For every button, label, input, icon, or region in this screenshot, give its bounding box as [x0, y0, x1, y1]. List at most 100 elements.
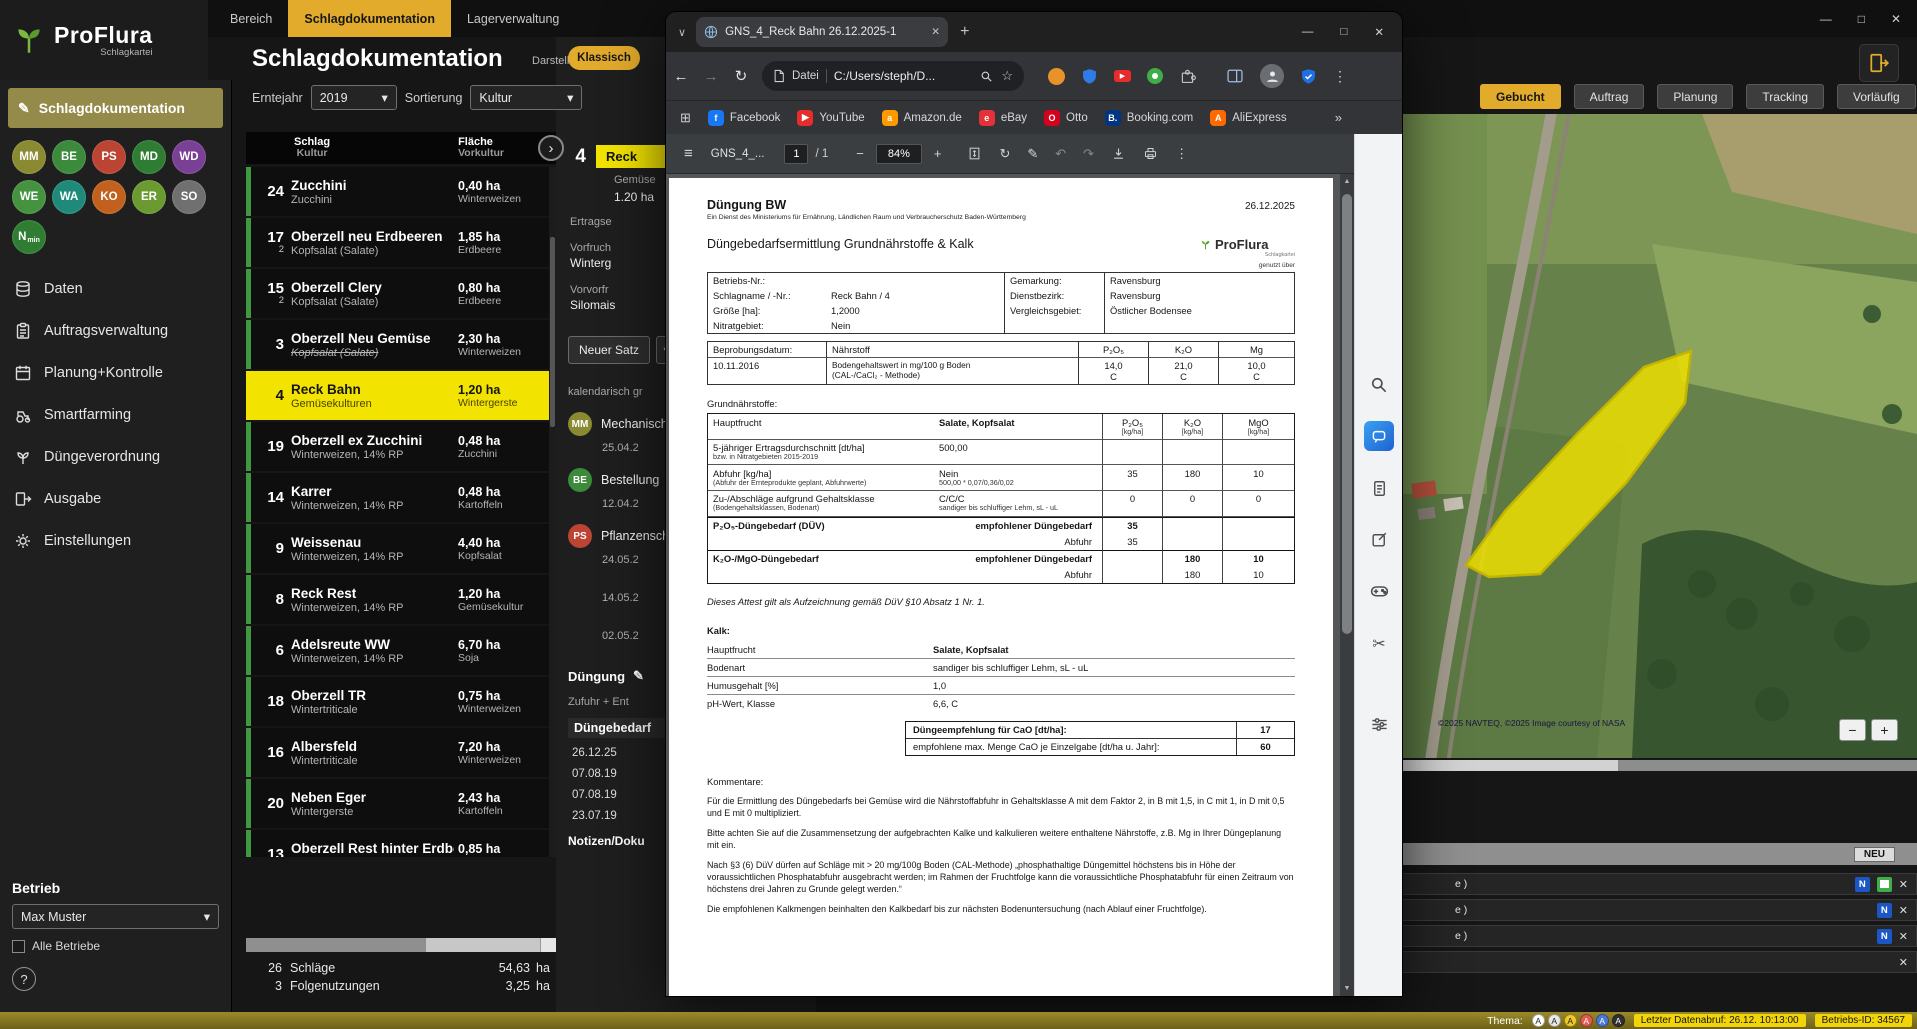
row-close-button[interactable]: ✕ [1899, 956, 1908, 969]
back-button[interactable]: ← [666, 68, 696, 85]
alle-betriebe-checkbox[interactable] [12, 940, 25, 953]
top-tab[interactable]: Schlagdokumentation [288, 0, 451, 37]
sidebar-item-duengeverordnung[interactable]: Düngeverordnung [0, 436, 231, 478]
theme-dot[interactable]: A [1548, 1014, 1561, 1027]
folgenutzung-row[interactable]: N ✕ [1402, 951, 1917, 973]
sortierung-select[interactable]: Kultur ▾ [470, 85, 582, 110]
theme-dot[interactable]: A [1612, 1014, 1625, 1027]
browser-tab[interactable]: GNS_4_Reck Bahn 26.12.2025-1 ✕ [696, 17, 948, 47]
address-bar[interactable]: Datei C:/Users/steph/D... ☆ [762, 61, 1024, 91]
sidebar-item-smartfarming[interactable]: Smartfarming [0, 394, 231, 436]
pencil-icon[interactable]: ✎ [633, 668, 644, 684]
map-zoom-in-button[interactable]: + [1871, 719, 1898, 741]
zoom-level[interactable]: 84% [876, 144, 922, 164]
satellite-map[interactable]: ©2025 NAVTEQ, ©2025 Image courtesy of NA… [1402, 114, 1917, 758]
customize-sliders-icon[interactable] [1364, 709, 1394, 739]
browser-maximize-button[interactable]: □ [1340, 26, 1347, 38]
browser-minimize-button[interactable]: — [1302, 26, 1314, 38]
row-close-button[interactable]: ✕ [1899, 878, 1908, 891]
status-filter-button[interactable]: Auftrag [1574, 84, 1645, 109]
bookmark-item[interactable]: A AliExpress [1210, 110, 1286, 126]
measure-badge[interactable]: KO [92, 180, 126, 214]
forward-button[interactable]: → [696, 68, 726, 85]
apps-grid-icon[interactable]: ⊞ [680, 110, 691, 126]
n-badge[interactable]: N [1877, 929, 1892, 944]
schlag-row[interactable]: 8 Reck Rest Winterweizen, 14% RP 1,20 ha… [246, 575, 556, 624]
neuer-satz-button[interactable]: Neuer Satz [568, 336, 650, 364]
neu-button[interactable]: NEU [1854, 847, 1895, 862]
copilot-icon[interactable] [1364, 421, 1394, 451]
schlag-row[interactable]: 14 Karrer Winterweizen, 14% RP 0,48 ha K… [246, 473, 556, 522]
klassisch-button[interactable]: Klassisch [568, 46, 640, 70]
status-filter-button[interactable]: Vorläufig [1837, 84, 1916, 109]
tab-close-button[interactable]: ✕ [931, 26, 940, 38]
extension-orange-icon[interactable] [1048, 68, 1065, 85]
schlag-row[interactable]: 16 Albersfeld Wintertriticale 7,20 ha Wi… [246, 728, 556, 777]
status-filter-button[interactable]: Planung [1657, 84, 1733, 109]
top-tab[interactable]: Bereich [214, 0, 288, 37]
zoom-in-button[interactable]: + [934, 146, 942, 161]
tab-search-button[interactable]: ∨ [678, 26, 686, 39]
sidebar-item-planung-kontrolle[interactable]: Planung+Kontrolle [0, 352, 231, 394]
measure-badge[interactable]: MM [12, 140, 46, 174]
undo-icon[interactable]: ↶ [1055, 146, 1066, 162]
schlag-row[interactable]: 172 Oberzell neu Erdbeeren Kopfsalat (Sa… [246, 218, 556, 267]
rotate-icon[interactable]: ↻ [999, 146, 1010, 162]
measure-badge[interactable]: PS [92, 140, 126, 174]
sidebar-games-icon[interactable] [1364, 575, 1394, 605]
schlag-row[interactable]: 152 Oberzell Clery Kopfsalat (Salate) 0,… [246, 269, 556, 318]
theme-dot[interactable]: A [1564, 1014, 1577, 1027]
row-close-button[interactable]: ✕ [1899, 904, 1908, 917]
scroll-down-icon[interactable]: ▼ [1340, 985, 1354, 992]
help-button[interactable]: ? [12, 967, 36, 991]
app-close-button[interactable]: ✕ [1891, 12, 1901, 26]
measure-badge[interactable]: WD [172, 140, 206, 174]
search-zoom-icon[interactable] [980, 70, 993, 83]
schlag-row[interactable]: 20 Neben Eger Wintergerste 2,43 ha Karto… [246, 779, 556, 828]
download-icon[interactable] [1111, 146, 1126, 161]
bookmark-item[interactable]: e eBay [979, 110, 1027, 126]
measure-badge[interactable]: SO [172, 180, 206, 214]
fit-page-icon[interactable] [967, 146, 982, 161]
schlag-row[interactable]: 24 Zucchini Zucchini 0,40 ha Winterweize… [246, 167, 556, 216]
top-tab[interactable]: Lagerverwaltung [451, 0, 575, 37]
measure-badge[interactable]: MD [132, 140, 166, 174]
measure-badge[interactable]: Nmin [12, 220, 46, 254]
sidebar-item-daten[interactable]: Daten [0, 268, 231, 310]
app-minimize-button[interactable]: — [1820, 12, 1832, 26]
expand-panel-button[interactable]: › [538, 135, 564, 161]
logout-button[interactable] [1859, 44, 1899, 82]
pdf-scrollbar[interactable]: ▲ ▼ [1340, 174, 1354, 996]
row-close-button[interactable]: ✕ [1899, 930, 1908, 943]
folgenutzung-row[interactable]: e ) N ✕ [1402, 925, 1917, 947]
redo-icon[interactable]: ↷ [1083, 146, 1094, 162]
schlag-row[interactable]: 18 Oberzell TR Wintertriticale 0,75 ha W… [246, 677, 556, 726]
app-maximize-button[interactable]: □ [1858, 12, 1865, 26]
pdf-more-icon[interactable]: ⋮ [1175, 146, 1188, 162]
sidebar-search-icon[interactable] [1364, 370, 1394, 400]
bookmark-item[interactable]: ▶ YouTube [797, 110, 864, 126]
adguard-shield-icon[interactable] [1081, 68, 1098, 85]
sidebar-item-auftragsverwaltung[interactable]: Auftragsverwaltung [0, 310, 231, 352]
status-filter-button[interactable]: Gebucht [1480, 84, 1561, 109]
schlag-row[interactable]: 3 Oberzell Neu Gemüse Kopfsalat (Salate)… [246, 320, 556, 369]
map-scrollbar[interactable] [1402, 760, 1917, 771]
measure-badge[interactable]: ER [132, 180, 166, 214]
measure-badge[interactable]: BE [52, 140, 86, 174]
browser-menu-icon[interactable]: ⋮ [1333, 68, 1347, 85]
bookmark-item[interactable]: B. Booking.com [1105, 110, 1193, 126]
schlag-row[interactable]: 9 Weissenau Winterweizen, 14% RP 4,40 ha… [246, 524, 556, 573]
schlag-row[interactable]: 6 Adelsreute WW Winterweizen, 14% RP 6,7… [246, 626, 556, 675]
schlag-row[interactable]: 13 Oberzell Rest hinter Erdbeere Winterg… [246, 830, 556, 857]
favorite-star-icon[interactable]: ☆ [1001, 68, 1013, 84]
folgenutzung-row[interactable]: e ) N ✕ [1402, 899, 1917, 921]
measure-badge[interactable]: WA [52, 180, 86, 214]
theme-dot[interactable]: A [1532, 1014, 1545, 1027]
map-zoom-out-button[interactable]: − [1839, 719, 1866, 741]
schlag-row[interactable]: 19 Oberzell ex Zucchini Winterweizen, 14… [246, 422, 556, 471]
bookmark-item[interactable]: a Amazon.de [882, 110, 962, 126]
theme-dot[interactable]: A [1596, 1014, 1609, 1027]
bookmarks-overflow-icon[interactable]: » [1335, 110, 1342, 125]
scroll-up-icon[interactable]: ▲ [1340, 178, 1354, 185]
schlag-row[interactable]: 4 Reck Bahn Gemüsekulturen 1,20 ha Winte… [246, 371, 556, 420]
